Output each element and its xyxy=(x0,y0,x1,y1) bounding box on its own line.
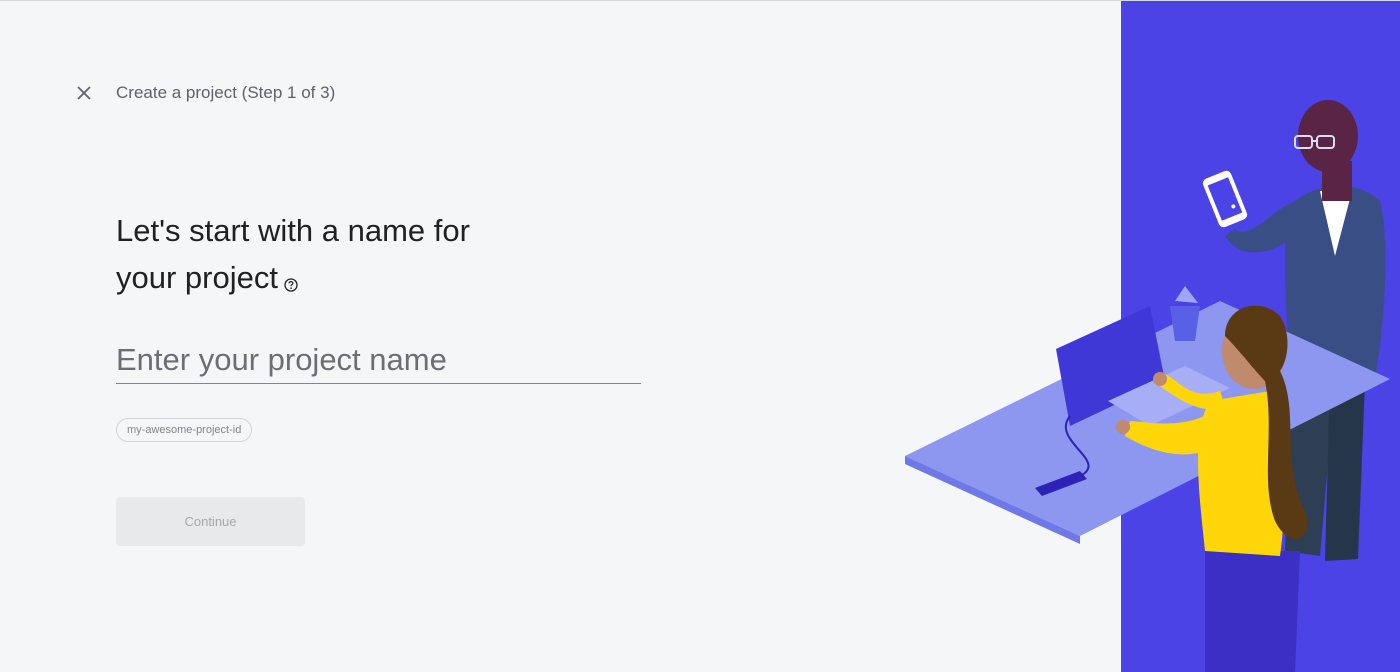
heading-line-1: Let's start with a name for xyxy=(116,213,470,248)
page-heading: Let's start with a name for your project xyxy=(116,207,556,301)
project-id-chip[interactable]: my-awesome-project-id xyxy=(116,418,253,442)
continue-button[interactable]: Continue xyxy=(116,497,305,546)
step-title: Create a project (Step 1 of 3) xyxy=(116,83,336,102)
close-button[interactable] xyxy=(72,81,96,105)
help-icon[interactable] xyxy=(284,258,298,292)
close-icon xyxy=(77,86,91,100)
heading-line-2: your project xyxy=(116,260,278,295)
team-illustration xyxy=(905,100,1390,672)
create-project-page: Create a project (Step 1 of 3) Let's sta… xyxy=(0,0,1400,672)
project-name-input[interactable] xyxy=(116,337,641,384)
